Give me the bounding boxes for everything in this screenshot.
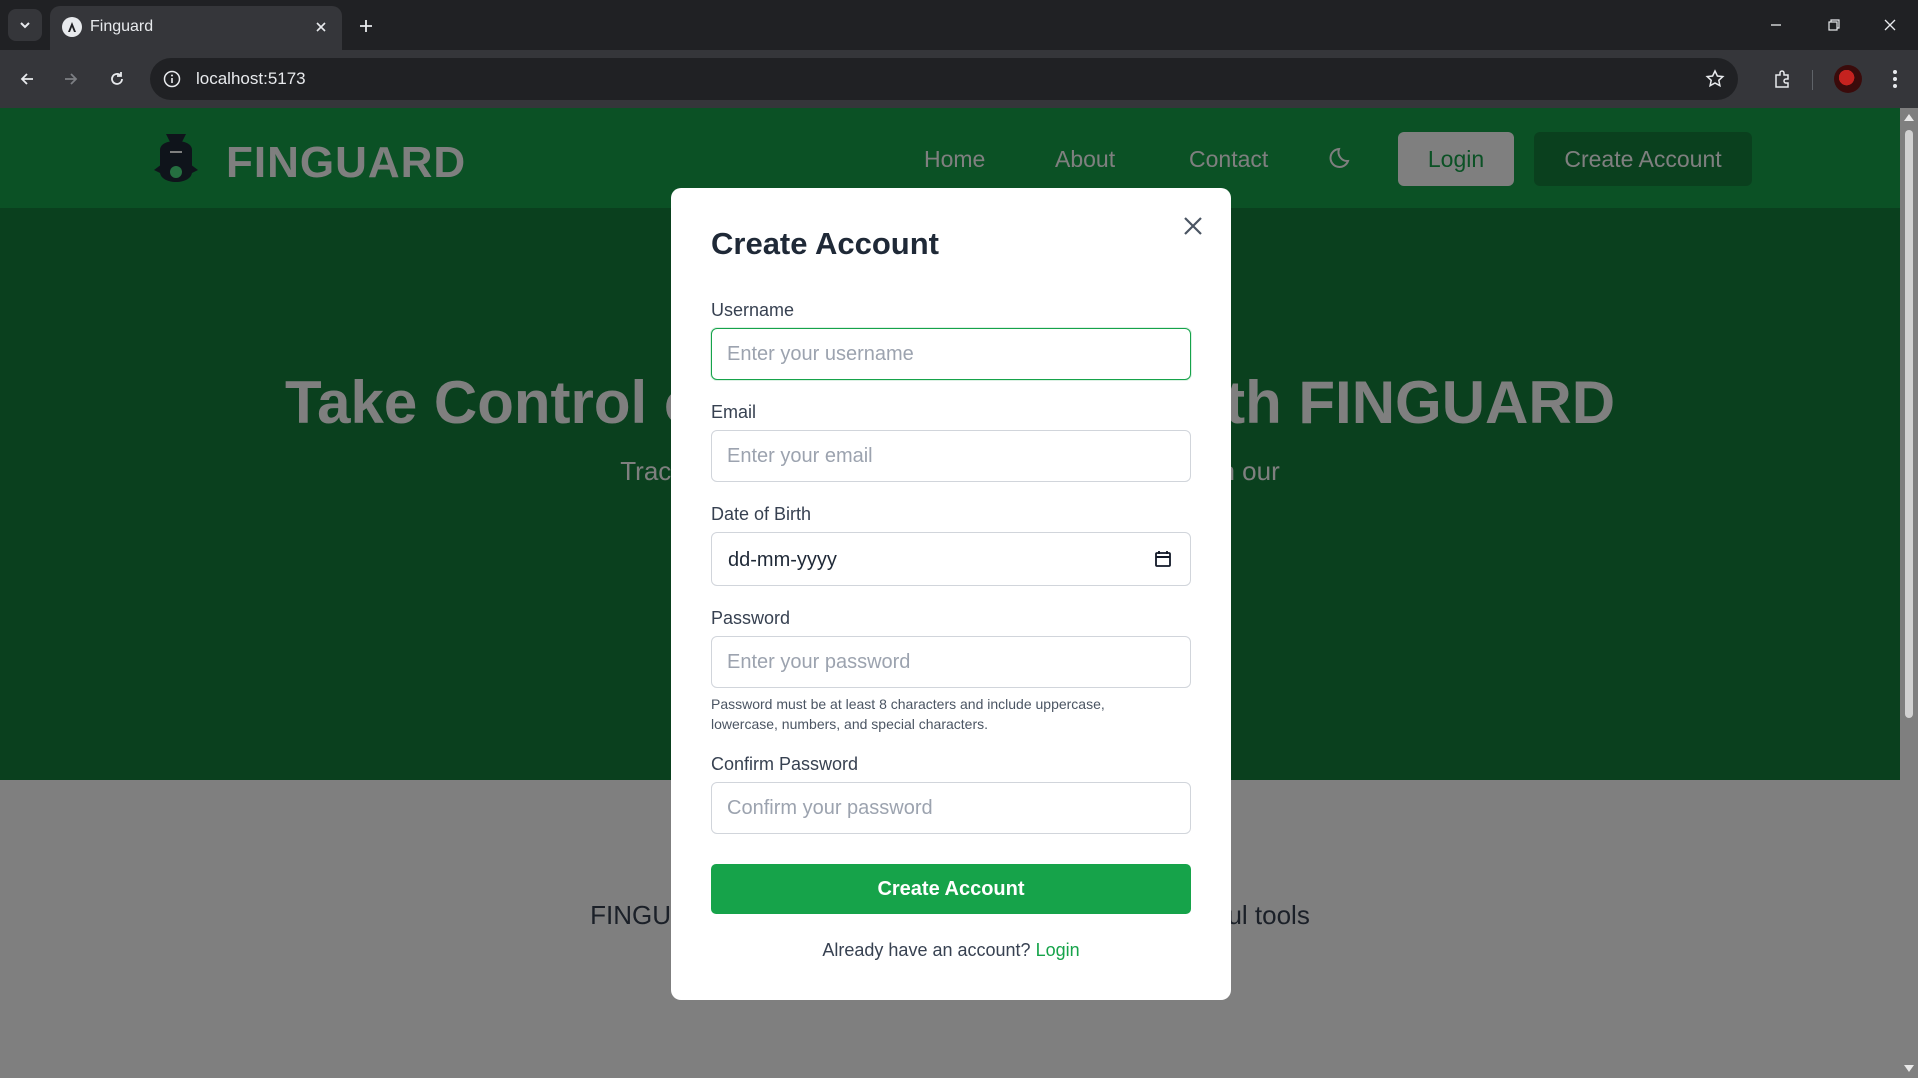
scroll-thumb[interactable] <box>1905 130 1913 718</box>
username-label: Username <box>711 300 795 320</box>
calendar-icon[interactable] <box>1152 548 1174 570</box>
toolbar-separator <box>1812 70 1813 90</box>
dob-value: dd-mm-yyyy <box>728 549 837 571</box>
bookmark-star-icon[interactable] <box>1704 68 1726 90</box>
favicon-icon <box>62 17 82 37</box>
back-arrow-icon[interactable] <box>12 64 42 94</box>
password-hint: Password must be at least 8 characters a… <box>711 696 1105 732</box>
confirm-password-label: Confirm Password <box>711 754 859 774</box>
email-label: Email <box>711 402 757 422</box>
create-account-modal: Create Account Username Email Date of Bi… <box>671 188 1231 1000</box>
dob-input[interactable]: dd-mm-yyyy <box>711 532 1191 586</box>
extensions-puzzle-icon[interactable] <box>1767 64 1797 94</box>
tab-title: Finguard <box>90 18 154 35</box>
login-link[interactable]: Login <box>1036 940 1080 960</box>
tab-search-chevron-down-icon[interactable] <box>8 9 42 41</box>
scroll-up-arrow-icon[interactable] <box>1904 114 1914 121</box>
password-label: Password <box>711 608 791 628</box>
tab-close-icon[interactable] <box>310 16 332 38</box>
dob-label: Date of Birth <box>711 504 812 524</box>
window-close-icon[interactable] <box>1876 12 1904 38</box>
close-icon[interactable] <box>1175 208 1211 244</box>
modal-title: Create Account <box>711 226 939 261</box>
browser-tab[interactable]: Finguard <box>50 6 342 50</box>
forward-arrow-icon[interactable] <box>56 64 86 94</box>
login-prompt-text: Already have an account? <box>822 940 1031 960</box>
site-info-icon[interactable] <box>162 69 182 89</box>
scroll-down-arrow-icon[interactable] <box>1904 1065 1914 1072</box>
login-prompt: Already have an account? Login <box>671 940 1231 961</box>
browser-menu-dots-icon[interactable] <box>1880 64 1910 94</box>
reload-icon[interactable] <box>102 64 132 94</box>
username-input[interactable] <box>711 328 1191 380</box>
page-viewport: FINGUARD Home About Contact Login Create… <box>0 108 1900 1078</box>
browser-toolbar: localhost:5173 <box>0 50 1918 108</box>
create-account-submit-button[interactable]: Create Account <box>711 864 1191 914</box>
profile-avatar[interactable] <box>1834 65 1862 93</box>
minimize-icon[interactable] <box>1762 12 1790 38</box>
restore-icon[interactable] <box>1820 12 1848 38</box>
page-scrollbar[interactable] <box>1900 108 1918 1078</box>
browser-tab-bar: Finguard <box>0 0 1918 50</box>
email-input[interactable] <box>711 430 1191 482</box>
address-bar[interactable]: localhost:5173 <box>150 58 1738 100</box>
new-tab-plus-icon[interactable] <box>352 12 380 40</box>
url-text: localhost:5173 <box>196 69 306 88</box>
confirm-password-input[interactable] <box>711 782 1191 834</box>
password-input[interactable] <box>711 636 1191 688</box>
